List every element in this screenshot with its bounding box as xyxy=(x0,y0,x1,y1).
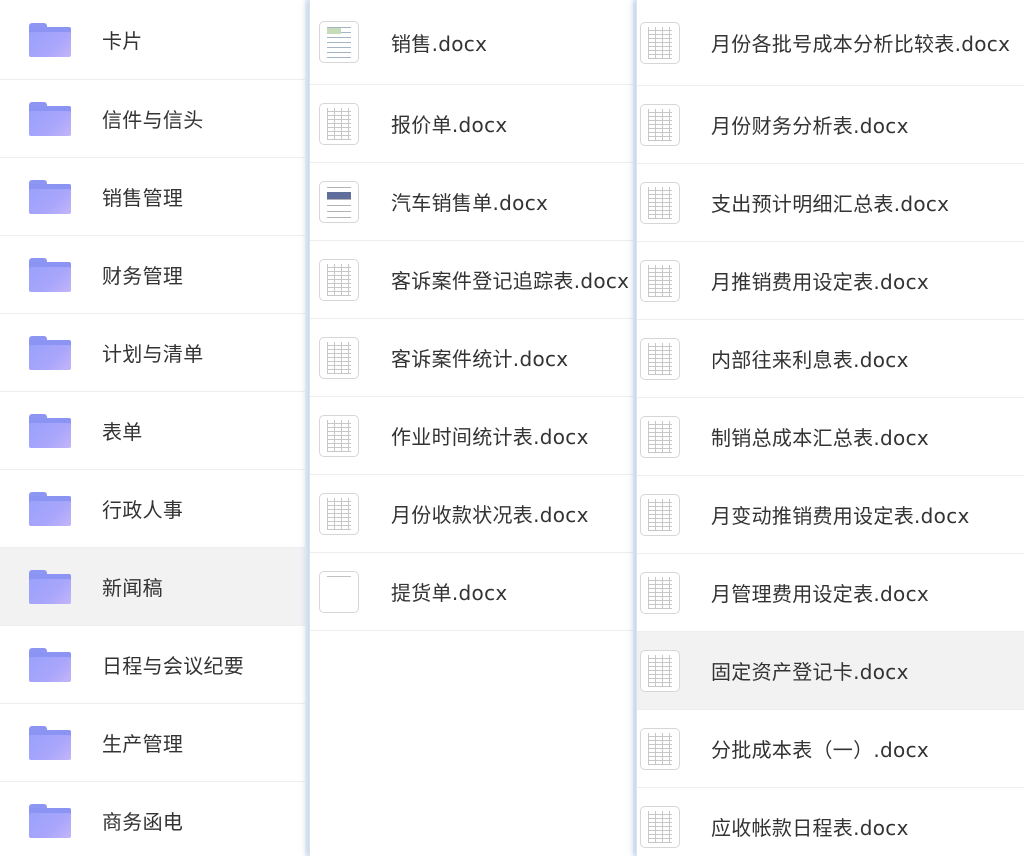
folder-icon xyxy=(29,22,71,57)
file-item[interactable]: 客诉案件统计.docx xyxy=(310,319,633,397)
document-thumbnail-icon xyxy=(319,258,359,301)
document-thumbnail-icon xyxy=(640,103,680,146)
document-thumbnail-icon xyxy=(319,102,359,145)
folder-icon xyxy=(29,257,71,292)
folder-list: 卡片 信件与信头 销售管理 财务管理 计划与清单 表单 行政人事 新闻稿 日程与… xyxy=(0,0,305,856)
folder-label: 销售管理 xyxy=(102,186,184,210)
file-item[interactable]: 销售.docx xyxy=(310,0,633,85)
document-thumbnail-icon xyxy=(319,570,359,613)
file-name: 销售.docx xyxy=(391,31,488,56)
file-item[interactable]: 月管理费用设定表.docx xyxy=(637,554,1024,632)
document-thumbnail-icon xyxy=(640,337,680,380)
folder-label: 行政人事 xyxy=(102,498,184,522)
file-name: 内部往来利息表.docx xyxy=(711,348,909,372)
file-item[interactable]: 月份收款状况表.docx xyxy=(310,475,633,553)
file-name: 制销总成本汇总表.docx xyxy=(711,426,930,450)
folder-item-card[interactable]: 卡片 xyxy=(0,0,305,80)
folder-item-admin-hr[interactable]: 行政人事 xyxy=(0,470,305,548)
file-name: 汽车销售单.docx xyxy=(391,191,549,215)
document-thumbnail-icon xyxy=(640,181,680,224)
file-item[interactable]: 月推销费用设定表.docx xyxy=(637,242,1024,320)
folder-icon xyxy=(29,179,71,214)
file-name: 应收帐款日程表.docx xyxy=(711,816,909,840)
file-name: 月份各批号成本分析比较表.docx xyxy=(711,32,1011,56)
folder-item-plans-lists[interactable]: 计划与清单 xyxy=(0,314,305,392)
folder-item-sales-management[interactable]: 销售管理 xyxy=(0,158,305,236)
folder-item-finance-management[interactable]: 财务管理 xyxy=(0,236,305,314)
file-item[interactable]: 客诉案件登记追踪表.docx xyxy=(310,241,633,319)
file-item[interactable]: 月份各批号成本分析比较表.docx xyxy=(637,0,1024,86)
file-item[interactable]: 支出预计明细汇总表.docx xyxy=(637,164,1024,242)
file-list-column-2: 月份各批号成本分析比较表.docx 月份财务分析表.docx 支出预计明细汇总表… xyxy=(636,0,1024,856)
document-thumbnail-icon xyxy=(319,492,359,535)
folder-label: 卡片 xyxy=(102,29,143,53)
file-name: 月份财务分析表.docx xyxy=(711,114,909,138)
file-item[interactable]: 作业时间统计表.docx xyxy=(310,397,633,475)
file-item[interactable]: 月变动推销费用设定表.docx xyxy=(637,476,1024,554)
file-item[interactable]: 汽车销售单.docx xyxy=(310,163,633,241)
folder-item-letters[interactable]: 信件与信头 xyxy=(0,80,305,158)
document-thumbnail-icon xyxy=(640,649,680,692)
document-thumbnail-icon xyxy=(640,21,680,64)
folder-icon xyxy=(29,335,71,370)
document-thumbnail-icon xyxy=(640,259,680,302)
file-name: 客诉案件统计.docx xyxy=(391,347,569,371)
folder-icon xyxy=(29,491,71,526)
file-name: 报价单.docx xyxy=(391,113,508,137)
folder-item-press-release[interactable]: 新闻稿 xyxy=(0,548,305,626)
folder-label: 表单 xyxy=(102,420,143,444)
folder-item-production-management[interactable]: 生产管理 xyxy=(0,704,305,782)
document-thumbnail-icon xyxy=(640,805,680,848)
file-name: 支出预计明细汇总表.docx xyxy=(711,192,950,216)
file-item[interactable]: 内部往来利息表.docx xyxy=(637,320,1024,398)
file-item[interactable]: 分批成本表（一）.docx xyxy=(637,710,1024,788)
file-item[interactable]: 应收帐款日程表.docx xyxy=(637,788,1024,856)
file-name: 月变动推销费用设定表.docx xyxy=(711,504,970,528)
folder-icon xyxy=(29,725,71,760)
file-item[interactable]: 报价单.docx xyxy=(310,85,633,163)
folder-icon xyxy=(29,413,71,448)
file-item[interactable]: 制销总成本汇总表.docx xyxy=(637,398,1024,476)
folder-label: 日程与会议纪要 xyxy=(102,654,245,678)
folder-label: 商务函电 xyxy=(102,810,184,834)
file-name: 提货单.docx xyxy=(391,581,508,605)
folder-label: 计划与清单 xyxy=(102,342,204,366)
file-name: 客诉案件登记追踪表.docx xyxy=(391,269,630,293)
folder-item-schedules-minutes[interactable]: 日程与会议纪要 xyxy=(0,626,305,704)
folder-item-forms[interactable]: 表单 xyxy=(0,392,305,470)
folder-item-business-letters[interactable]: 商务函电 xyxy=(0,782,305,856)
folder-icon xyxy=(29,569,71,604)
document-thumbnail-icon xyxy=(319,180,359,223)
folder-icon xyxy=(29,647,71,682)
file-name: 作业时间统计表.docx xyxy=(391,425,589,449)
folder-label: 信件与信头 xyxy=(102,108,204,132)
folder-icon xyxy=(29,803,71,838)
document-thumbnail-icon xyxy=(640,571,680,614)
document-thumbnail-icon xyxy=(319,21,359,63)
file-list-column-1: 销售.docx 报价单.docx 汽车销售单.docx 客诉案件登记追踪表.do… xyxy=(309,0,633,856)
file-item[interactable]: 提货单.docx xyxy=(310,553,633,631)
document-thumbnail-icon xyxy=(640,493,680,536)
folder-icon xyxy=(29,101,71,136)
folder-label: 新闻稿 xyxy=(102,576,163,600)
document-thumbnail-icon xyxy=(640,415,680,458)
document-thumbnail-icon xyxy=(319,336,359,379)
folder-label: 生产管理 xyxy=(102,732,184,756)
file-name: 月管理费用设定表.docx xyxy=(711,582,930,606)
file-name: 分批成本表（一）.docx xyxy=(711,738,930,762)
document-thumbnail-icon xyxy=(640,727,680,770)
file-name: 固定资产登记卡.docx xyxy=(711,660,909,684)
folder-label: 财务管理 xyxy=(102,264,184,288)
file-name: 月份收款状况表.docx xyxy=(391,503,589,527)
document-thumbnail-icon xyxy=(319,414,359,457)
file-item[interactable]: 固定资产登记卡.docx xyxy=(637,632,1024,710)
file-item[interactable]: 月份财务分析表.docx xyxy=(637,86,1024,164)
file-name: 月推销费用设定表.docx xyxy=(711,270,930,294)
